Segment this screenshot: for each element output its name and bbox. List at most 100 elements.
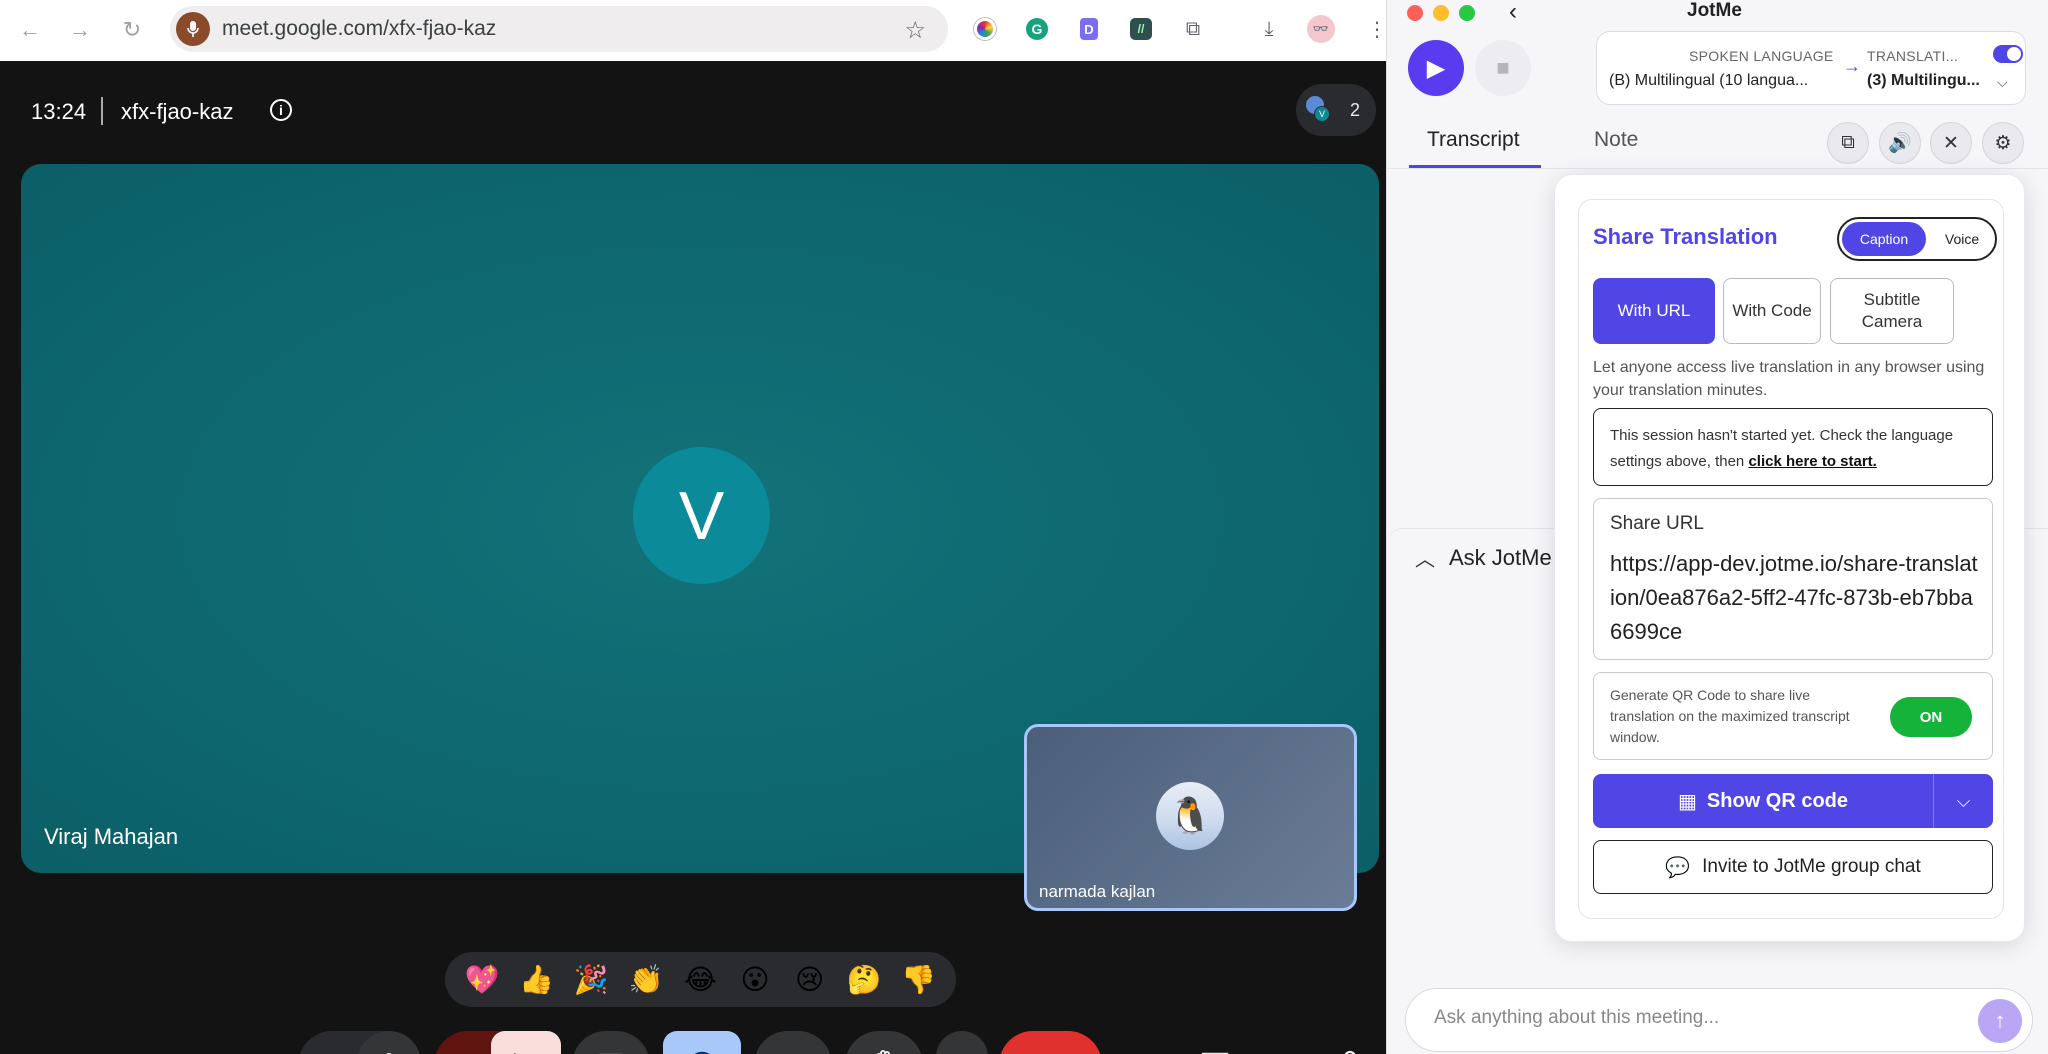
spoken-language-label: SPOKEN LANGUAGE (1689, 48, 1834, 64)
meet-window: 13:24 xfx-fjao-kaz i V 2 V Viraj Mahajan… (0, 61, 1386, 1054)
start-session-link[interactable]: click here to start. (1748, 453, 1876, 470)
raise-hand-button[interactable] (845, 1031, 923, 1054)
invite-group-chat-button[interactable]: 💬 Invite to JotMe group chat (1593, 840, 1993, 894)
close-icon: ✕ (1943, 132, 1959, 154)
stop-button[interactable]: ■ (1475, 40, 1531, 96)
reactions-button[interactable] (663, 1031, 741, 1054)
stop-icon: ■ (1496, 55, 1510, 80)
download-icon[interactable]: ⤓ (1250, 10, 1288, 48)
address-bar[interactable]: meet.google.com/xfx-fjao-kaz ☆ (170, 6, 948, 52)
invite-label: Invite to JotMe group chat (1702, 856, 1921, 877)
reaction-laughing[interactable]: 😂 (677, 963, 723, 996)
ask-input[interactable] (1434, 1007, 1934, 1029)
hand-icon (876, 1050, 890, 1054)
translation-language-value[interactable]: (3) Multilingu... (1867, 72, 1980, 90)
show-qr-code-label: Show QR code (1706, 789, 1849, 812)
meeting-time: 13:24 (31, 99, 87, 124)
self-view-tile[interactable]: 🐧 narmada kajlan (1024, 724, 1357, 911)
subtitle-camera-button[interactable]: Subtitle Camera (1830, 278, 1954, 344)
minimize-window-button[interactable] (1433, 5, 1449, 21)
browser-toolbar: ← → ↻ meet.google.com/xfx-fjao-kaz ☆ G D… (0, 0, 1387, 61)
participants-button[interactable]: V 2 (1296, 84, 1376, 136)
translation-toggle[interactable] (1993, 45, 2023, 63)
gear-icon: ⚙ (1994, 132, 2012, 154)
leave-call-button[interactable] (999, 1031, 1102, 1054)
emoji-icon (694, 1051, 710, 1054)
jotme-panel: ‹ JotMe ▶ ■ SPOKEN LANGUAGE (B) Multilin… (1386, 0, 2048, 1054)
jotme-extension-icon[interactable]: // (1122, 10, 1160, 48)
close-button[interactable]: ✕ (1930, 122, 1972, 164)
share-translation-popup: Share Translation Caption Voice With URL… (1554, 174, 2025, 942)
qr-code-description: Generate QR Code to share live translati… (1610, 687, 1850, 745)
chat-button[interactable] (1190, 1031, 1240, 1054)
participant-avatar: V (633, 447, 770, 584)
tab-transcript[interactable]: Transcript (1427, 128, 1520, 152)
participant-avatars: V (1306, 96, 1332, 122)
caption-option[interactable]: Caption (1842, 222, 1926, 256)
reaction-thinking[interactable]: 🤔 (841, 963, 887, 996)
reaction-thumbs-up[interactable]: 👍 (514, 963, 560, 996)
share-description: Let anyone access live translation in an… (1593, 359, 1985, 399)
microphone-active-icon[interactable] (176, 12, 210, 46)
reaction-crying[interactable]: 😢 (787, 963, 833, 996)
chevron-left-icon[interactable]: ‹ (1509, 0, 1517, 26)
maximize-window-button[interactable] (1459, 5, 1475, 21)
url-text[interactable]: meet.google.com/xfx-fjao-kaz (222, 17, 496, 41)
qr-code-toggle[interactable]: ON (1890, 697, 1972, 737)
reload-icon[interactable]: ↻ (110, 8, 154, 52)
subtitle-camera-line1: Subtitle (1863, 290, 1921, 309)
reaction-surprised[interactable]: 😮 (732, 963, 778, 996)
voice-option[interactable]: Voice (1931, 222, 1993, 256)
penguin-avatar-icon: 🐧 (1156, 782, 1224, 850)
speaker-icon: 🔊 (1888, 133, 1912, 154)
captions-button[interactable]: CC (754, 1031, 832, 1054)
spoken-language-value[interactable]: (B) Multilingual (10 langua... (1609, 72, 1808, 90)
reaction-clapping[interactable]: 👏 (623, 963, 669, 996)
qr-code-icon: ▦ (1677, 790, 1697, 813)
ask-jotme-label: Ask JotMe (1449, 545, 1552, 570)
reaction-thumbs-down[interactable]: 👎 (896, 963, 942, 996)
color-picker-extension-icon[interactable] (966, 10, 1004, 48)
close-window-button[interactable] (1407, 5, 1423, 21)
with-url-button[interactable]: With URL (1593, 278, 1715, 344)
chevron-up-icon[interactable]: ︿ (1415, 543, 1435, 572)
share-translation-card: Share Translation Caption Voice With URL… (1578, 199, 2004, 919)
show-qr-code-button[interactable]: ▦ Show QR code ⌵ (1593, 774, 1993, 828)
present-screen-button[interactable] (572, 1031, 650, 1054)
extensions-row: G D // ⧉ ⤓ 👓 ⋮ (966, 10, 1396, 48)
popout-button[interactable]: ⧉ (1827, 122, 1869, 164)
play-button[interactable]: ▶ (1408, 40, 1464, 96)
reactions-bar: 💖 👍 🎉 👏 😂 😮 😢 🤔 👎 (445, 952, 956, 1007)
bookmark-star-icon[interactable]: ☆ (904, 16, 926, 45)
participant-avatar: V (1314, 106, 1330, 122)
copy-window-icon: ⧉ (1841, 132, 1855, 153)
grammarly-extension-icon[interactable]: G (1018, 10, 1056, 48)
chevron-down-icon[interactable]: ⌵ (1997, 74, 2008, 91)
info-icon[interactable]: i (270, 99, 292, 121)
send-button[interactable]: ↑ (1978, 999, 2022, 1043)
audio-button[interactable]: 🔊 (1879, 122, 1921, 164)
meeting-code: xfx-fjao-kaz (121, 99, 234, 124)
back-icon[interactable]: ← (8, 8, 52, 52)
more-options-button[interactable]: ⋮ (936, 1031, 988, 1054)
arrow-up-icon: ↑ (1994, 1008, 2006, 1033)
reaction-sparkling-heart[interactable]: 💖 (459, 963, 505, 996)
tab-note[interactable]: Note (1594, 128, 1638, 152)
share-url-value[interactable]: https://app-dev.jotme.io/share-translati… (1610, 547, 1982, 649)
show-qr-code-main[interactable]: ▦ Show QR code (1593, 774, 1933, 828)
reaction-party-popper[interactable]: 🎉 (568, 963, 614, 996)
forward-icon[interactable]: → (58, 8, 102, 52)
with-code-button[interactable]: With Code (1723, 278, 1821, 344)
puzzle-extensions-icon[interactable]: ⧉ (1174, 10, 1212, 48)
meeting-controls: ⋯ ︿ CC ⋮ (0, 1031, 1386, 1054)
participant-count: 2 (1349, 99, 1360, 120)
host-controls-button[interactable] (1327, 1031, 1377, 1054)
profile-avatar[interactable]: 👓 (1302, 10, 1340, 48)
camera-off-button[interactable] (491, 1031, 561, 1054)
activities-button[interactable] (1259, 1031, 1309, 1054)
share-url-label: Share URL (1610, 513, 1704, 534)
d-extension-icon[interactable]: D (1070, 10, 1108, 48)
chevron-down-icon[interactable]: ⌵ (1934, 774, 1993, 828)
language-selector[interactable]: SPOKEN LANGUAGE (B) Multilingual (10 lan… (1596, 31, 2026, 105)
settings-button[interactable]: ⚙ (1982, 122, 2024, 164)
